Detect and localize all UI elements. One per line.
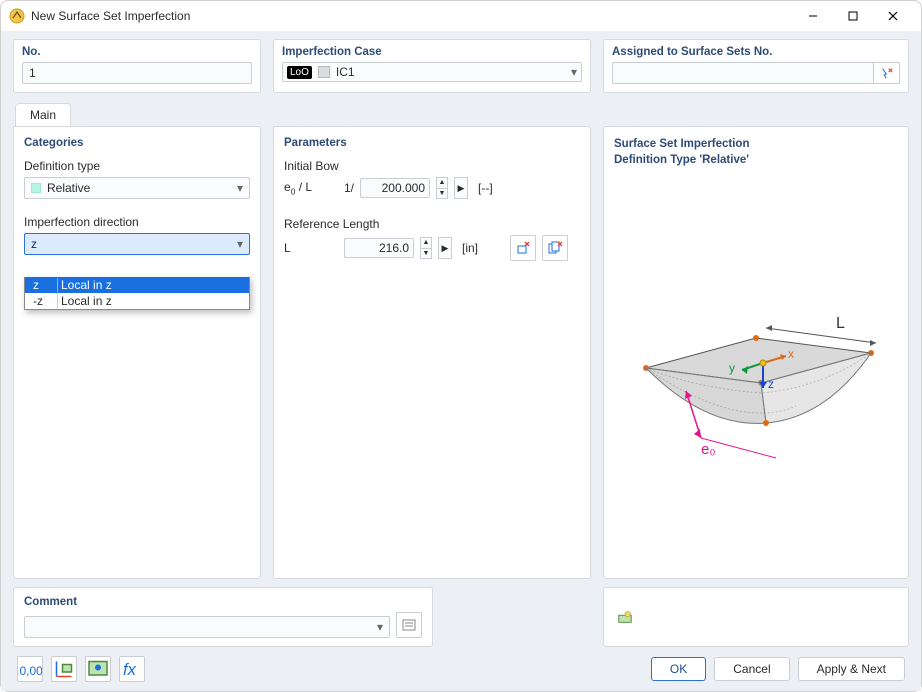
- no-label: No.: [22, 46, 252, 58]
- comment-panel: Comment ▾: [13, 587, 433, 647]
- close-button[interactable]: [873, 1, 913, 31]
- svg-text:y: y: [729, 361, 735, 375]
- diagram-view-button[interactable]: [612, 604, 638, 630]
- svg-text:0,00: 0,00: [20, 664, 43, 678]
- def-type-swatch: [31, 183, 41, 193]
- maximize-button[interactable]: [833, 1, 873, 31]
- cancel-button[interactable]: Cancel: [714, 657, 789, 681]
- e0L-unit: [--]: [478, 181, 493, 195]
- imperfection-direction-combo[interactable]: z ▾: [24, 233, 250, 255]
- direction-value: z: [31, 237, 237, 251]
- e0L-label: e0 / L: [284, 180, 338, 196]
- def-type-label: Definition type: [24, 159, 250, 173]
- imperfection-case-block: Imperfection Case LoO IC1 ▾: [273, 39, 591, 93]
- L-spinner[interactable]: ▲▼: [420, 237, 432, 259]
- parameters-panel: Parameters Initial Bow e0 / L 1/ 200.000…: [273, 126, 591, 579]
- chevron-down-icon: ▾: [377, 620, 383, 634]
- svg-text:e₀: e₀: [701, 441, 716, 458]
- svg-text:x: x: [788, 347, 794, 361]
- diagram-tools-panel: [603, 587, 909, 647]
- assigned-block: Assigned to Surface Sets No.: [603, 39, 909, 93]
- svg-text:L: L: [836, 315, 845, 332]
- comment-glossary-button[interactable]: [396, 612, 422, 638]
- diagram-panel: Surface Set ImperfectionDefinition Type …: [603, 126, 909, 579]
- imperfection-case-combo[interactable]: LoO IC1 ▾: [282, 62, 582, 82]
- initial-bow-label: Initial Bow: [284, 159, 580, 173]
- minimize-button[interactable]: [793, 1, 833, 31]
- e0L-spinner[interactable]: ▲▼: [436, 177, 448, 199]
- L-label: L: [284, 241, 338, 255]
- window-title: New Surface Set Imperfection: [31, 9, 793, 23]
- coordinates-button[interactable]: [51, 656, 77, 682]
- categories-panel: Categories Definition type Relative ▾ Im…: [13, 126, 261, 579]
- direction-label: Imperfection direction: [24, 215, 250, 229]
- units-button[interactable]: 0,00: [17, 656, 43, 682]
- definition-type-combo[interactable]: Relative ▾: [24, 177, 250, 199]
- comment-label: Comment: [24, 596, 422, 608]
- L-unit: [in]: [462, 241, 478, 255]
- tab-main[interactable]: Main: [15, 103, 71, 126]
- case-label: Imperfection Case: [282, 46, 582, 58]
- dialog-footer: 0,00 fx OK Cancel Apply & Next: [13, 647, 909, 691]
- svg-text:z: z: [768, 377, 774, 391]
- categories-title: Categories: [24, 137, 250, 149]
- comment-combo[interactable]: ▾: [24, 616, 390, 638]
- case-badge: LoO: [287, 66, 312, 79]
- app-icon: [9, 8, 25, 24]
- direction-option-minus-z[interactable]: -z Local in z: [25, 293, 249, 309]
- L-more-button[interactable]: ▶: [438, 237, 452, 259]
- pick-surface-sets-button[interactable]: [874, 62, 900, 84]
- no-input[interactable]: 1: [22, 62, 252, 84]
- parameters-title: Parameters: [284, 137, 580, 149]
- direction-dropdown: z Local in z -z Local in z: [24, 277, 250, 310]
- diagram-illustration: L x y z e₀: [614, 168, 898, 568]
- copy-length-button[interactable]: [542, 235, 568, 261]
- svg-text:fx: fx: [123, 661, 137, 679]
- e0L-more-button[interactable]: ▶: [454, 177, 468, 199]
- ok-button[interactable]: OK: [651, 657, 706, 681]
- script-button[interactable]: fx: [119, 656, 145, 682]
- def-type-value: Relative: [47, 181, 237, 195]
- title-bar: New Surface Set Imperfection: [1, 1, 921, 31]
- chevron-down-icon: ▾: [237, 181, 243, 195]
- case-name: IC1: [336, 65, 571, 79]
- reset-length-button[interactable]: [510, 235, 536, 261]
- one-over-label: 1/: [344, 181, 354, 195]
- chevron-down-icon: ▾: [237, 237, 243, 251]
- assigned-label: Assigned to Surface Sets No.: [612, 46, 900, 58]
- no-block: No. 1: [13, 39, 261, 93]
- diagram-title: Surface Set ImperfectionDefinition Type …: [614, 137, 898, 168]
- direction-option-z[interactable]: z Local in z: [25, 277, 249, 293]
- apply-next-button[interactable]: Apply & Next: [798, 657, 905, 681]
- case-color-swatch: [318, 66, 330, 78]
- ref-length-label: Reference Length: [284, 217, 580, 231]
- render-button[interactable]: [85, 656, 111, 682]
- e0L-input[interactable]: 200.000: [360, 178, 430, 198]
- L-input[interactable]: 216.0: [344, 238, 414, 258]
- chevron-down-icon: ▾: [571, 65, 577, 79]
- assigned-input[interactable]: [612, 62, 874, 84]
